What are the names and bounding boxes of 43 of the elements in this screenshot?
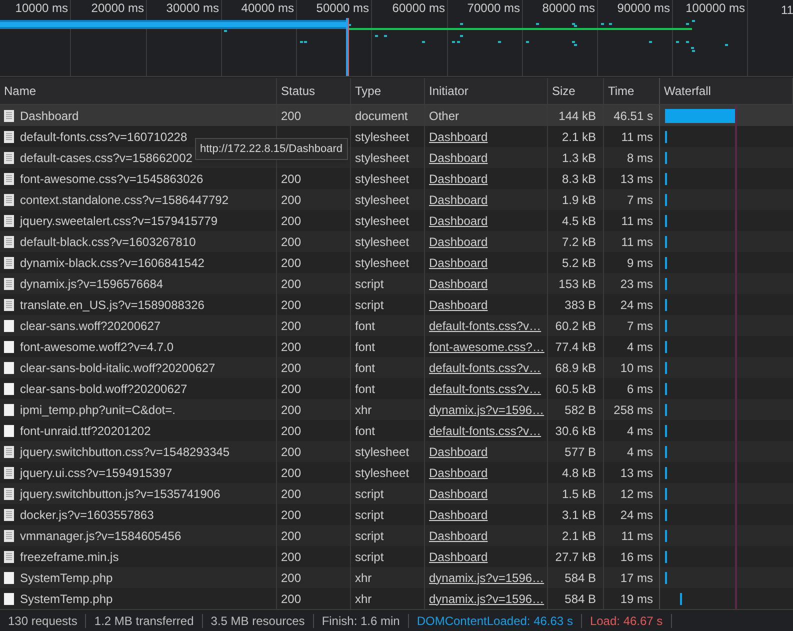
file-name: default-cases.css?v=158662002 bbox=[20, 150, 192, 166]
tick-label: 50000 ms bbox=[316, 1, 369, 16]
file-name: font-unraid.ttf?20201202 bbox=[20, 422, 151, 440]
file-name: font-awesome.woff2?v=4.7.0 bbox=[20, 338, 174, 356]
file-name: SystemTemp.php bbox=[20, 590, 113, 608]
tick-label: 30000 ms bbox=[166, 1, 219, 16]
tick-label: 100000 ms bbox=[686, 1, 745, 16]
tick-label: 80000 ms bbox=[542, 1, 595, 16]
tick-label: 20000 ms bbox=[91, 1, 144, 16]
file-name: dynamix-black.css?v=1606841542 bbox=[20, 254, 204, 272]
tick-label: 60000 ms bbox=[392, 1, 445, 16]
tick-label: 11 bbox=[781, 3, 793, 17]
file-name: default-fonts.css?v=160710228 bbox=[20, 128, 188, 146]
status-text: 3.5 MB resources bbox=[210, 612, 305, 630]
file-name: clear-sans-bold.woff?20200627 bbox=[20, 380, 188, 398]
file-name: dynamix.js?v=1596576684 bbox=[20, 276, 164, 292]
file-name: clear-sans-bold-italic.woff?20200627 bbox=[20, 360, 216, 376]
file-name: default-black.css?v=1603267810 bbox=[20, 234, 196, 250]
file-name: font-awesome.css?v=1545863026 bbox=[20, 170, 204, 188]
file-name: vmmanager.js?v=1584605456 bbox=[20, 528, 182, 544]
status-text: Finish: 1.6 min bbox=[322, 612, 400, 630]
file-name: jquery.switchbutton.js?v=1535741906 bbox=[20, 486, 220, 502]
tick-label: 90000 ms bbox=[617, 1, 670, 16]
status-text: DOMContentLoaded: 46.63 s bbox=[416, 612, 573, 630]
status-text: 1.2 MB transferred bbox=[94, 612, 194, 630]
file-name: docker.js?v=1603557863 bbox=[20, 506, 154, 524]
tick-label: 10000 ms bbox=[15, 1, 68, 16]
file-name: clear-sans.woff?20200627 bbox=[20, 318, 161, 334]
file-name: SystemTemp.php bbox=[20, 570, 113, 586]
file-name: ipmi_temp.php?unit=C&dot=. bbox=[20, 402, 176, 418]
initiator-text: Other bbox=[429, 108, 460, 124]
tick-label: 40000 ms bbox=[241, 1, 294, 16]
file-name: jquery.switchbutton.css?v=1548293345 bbox=[20, 444, 230, 460]
tick-label: 70000 ms bbox=[467, 1, 520, 16]
file-name: jquery.ui.css?v=1594915397 bbox=[20, 464, 172, 482]
file-name: context.standalone.css?v=1586447792 bbox=[20, 192, 228, 208]
status-text: Load: 46.67 s bbox=[590, 612, 663, 630]
file-name: jquery.sweetalert.css?v=1579415779 bbox=[20, 212, 218, 230]
url-tooltip: http://172.22.8.15/Dashboard bbox=[195, 138, 348, 160]
file-name: Dashboard bbox=[20, 108, 79, 124]
file-name: freezeframe.min.js bbox=[20, 548, 119, 566]
status-text: 130 requests bbox=[8, 612, 78, 630]
file-name: translate.en_US.js?v=1589088326 bbox=[20, 296, 204, 314]
